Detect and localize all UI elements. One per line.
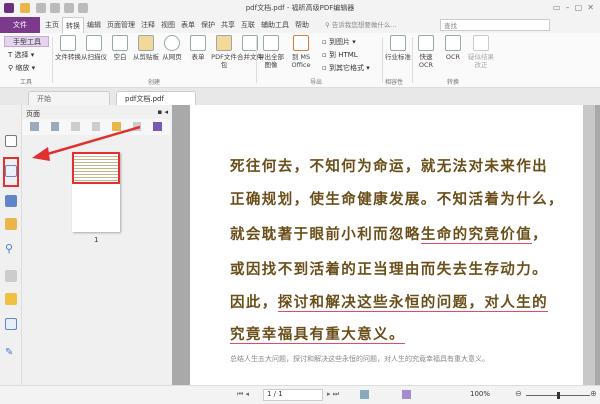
text-line-1: 死往何去，不知何为命运，就无法对未来作出	[230, 159, 548, 175]
blank-button[interactable]: 空白	[107, 35, 133, 61]
document-page: 死往何去，不知何为命运，就无法对未来作出 正确规划，使生命健康发展。不知活着为什…	[190, 105, 583, 385]
menu-form[interactable]: 表单	[178, 17, 198, 33]
standard-icon	[390, 35, 406, 51]
red-arrow-annotation	[32, 125, 141, 161]
thumbnail-page-number: 1	[94, 236, 99, 244]
select-label: 选择	[14, 51, 29, 59]
summary-text: 总结人生五大问题，探讨和解决这些永恒的问题，对人生的究竟幸福具有重大意义。	[230, 355, 489, 363]
navigation-bar: ⚲ ✎	[0, 105, 22, 385]
underlined-phrase: 生命的究竟价值	[420, 227, 533, 244]
from-clipboard-button[interactable]: 从剪贴板	[133, 35, 159, 61]
tell-me-box[interactable]: ⚲ 告诉我您想要做什么...	[325, 19, 440, 31]
tell-me-hint: 告诉我您想要做什么...	[331, 21, 397, 29]
ocr-quick-icon	[418, 35, 434, 51]
menu-protect[interactable]: 保护	[198, 17, 218, 33]
pdf-package-button[interactable]: PDF文件包	[211, 35, 237, 69]
globe-icon	[164, 35, 180, 51]
file-menu[interactable]: 文件	[0, 17, 40, 33]
signature-icon[interactable]	[5, 270, 17, 282]
folder-icon	[216, 35, 232, 51]
menu-help[interactable]: 帮助	[292, 17, 312, 33]
pages-icon[interactable]	[5, 165, 17, 177]
group-convert: 转换	[447, 79, 460, 86]
menu-page-manage[interactable]: 页面管理	[104, 17, 138, 33]
window-controls[interactable]: ▭ – ▢ ✕	[553, 3, 594, 12]
vertical-scrollbar[interactable]	[583, 105, 595, 385]
ocr-correct-button: 疑似结果改正	[468, 35, 494, 69]
page-number-input[interactable]: 1 / 1	[263, 389, 323, 401]
select-button[interactable]: T 选择 ▾	[8, 50, 34, 60]
menu-accessibility[interactable]: 辅助工具	[258, 17, 292, 33]
zoom-button[interactable]: ⚲ 缩放 ▾	[8, 63, 35, 73]
menu-comment[interactable]: 注释	[138, 17, 158, 33]
next-last-page-buttons[interactable]: ▸ ⏭	[327, 390, 339, 399]
ocr-correct-icon	[473, 35, 489, 51]
document-tabs: 开始 pdf文档.pdf	[0, 88, 600, 105]
single-page-icon[interactable]	[402, 390, 411, 399]
article-icon[interactable]	[5, 318, 17, 330]
lock-icon[interactable]	[5, 293, 17, 305]
hand-tool-button[interactable]: 手型工具	[4, 36, 49, 47]
underlined-phrase: 究竟幸福具有重大意义。	[230, 327, 405, 344]
text-line-6: 究竟幸福具有重大意义。	[230, 323, 405, 344]
menu-convert[interactable]: 转换	[62, 17, 84, 33]
group-tools: 工具	[20, 79, 33, 86]
clipboard-icon	[138, 35, 154, 51]
first-prev-page-buttons[interactable]: ⏮ ◂	[237, 390, 249, 399]
text-line-4: 或因找不到活着的正当理由而失去生存动力。	[230, 262, 548, 278]
ocr-button[interactable]: OCR	[440, 35, 466, 61]
menu-connect[interactable]: 互联	[238, 17, 258, 33]
convert-file-button[interactable]: 文件转换	[55, 35, 81, 61]
to-image-button[interactable]: ▫ 到图片 ▾	[322, 37, 356, 47]
export-images-button[interactable]: 导出全部图像	[258, 35, 284, 69]
pages-panel: 页面 ▪ ◂ 1	[22, 105, 172, 385]
ocr-icon	[445, 35, 461, 51]
status-bar: ⏮ ◂ 1 / 1 ▸ ⏭ 100% ⊖ ⊕	[0, 385, 600, 404]
to-office-button[interactable]: 到 MS Office	[288, 35, 314, 69]
scanner-icon	[86, 35, 102, 51]
zoom-level[interactable]: 100%	[470, 390, 490, 398]
office-icon	[293, 35, 309, 51]
layers-icon[interactable]	[5, 195, 17, 207]
form-button[interactable]: 表单	[185, 35, 211, 61]
title-bar: pdf文档.pdf - 福昕高级PDF编辑器 ▭ – ▢ ✕	[0, 0, 600, 17]
group-export: 导出	[310, 79, 323, 86]
find-input[interactable]: 查找	[440, 19, 550, 31]
menu-edit[interactable]: 编辑	[84, 17, 104, 33]
zoom-in-icon[interactable]: ⊕	[590, 389, 597, 398]
group-compat: 相容性	[385, 79, 404, 86]
group-create: 创建	[148, 79, 161, 86]
quick-ocr-button[interactable]: 快速OCR	[413, 35, 439, 69]
file-convert-icon	[60, 35, 76, 51]
zoom-slider-thumb[interactable]	[557, 392, 560, 399]
destination-icon[interactable]: ✎	[5, 347, 17, 359]
view-mode-icon[interactable]	[360, 390, 369, 399]
menu-tabs: 主页 转换 编辑 页面管理 注释 视图 表单 保护 共享 互联 辅助工具 帮助	[42, 17, 312, 33]
to-html-button[interactable]: ▫ 到 HTML	[322, 50, 358, 60]
blank-page-icon	[112, 35, 128, 51]
industry-standard-button[interactable]: 行业标准	[385, 35, 411, 61]
from-scanner-button[interactable]: 从扫描仪	[81, 35, 107, 61]
window-title: pdf文档.pdf - 福昕高级PDF编辑器	[245, 4, 355, 12]
tab-pdf-document[interactable]: pdf文档.pdf	[116, 91, 196, 105]
export-image-icon	[263, 35, 279, 51]
from-web-button[interactable]: 从网页	[159, 35, 185, 61]
to-other-button[interactable]: ▫ 到其它格式 ▾	[322, 63, 370, 73]
text-line-5: 因此，探讨和解决这些永恒的问题，对人生的	[230, 295, 549, 312]
zoom-label: 缩放	[15, 64, 30, 72]
text-line-3: 就会耽著于眼前小利而忽略生命的究竟价值，	[230, 227, 549, 244]
text-line-2: 正确规划，使生命健康发展。不知活着为什么，	[230, 192, 564, 208]
menu-view[interactable]: 视图	[158, 17, 178, 33]
comments-icon[interactable]	[5, 218, 17, 230]
menu-share[interactable]: 共享	[218, 17, 238, 33]
tab-start[interactable]: 开始	[28, 91, 110, 105]
menu-home[interactable]: 主页	[42, 17, 62, 33]
form-icon	[190, 35, 206, 51]
underlined-phrase: 探讨和解决这些永恒的问题，对人生的	[277, 295, 549, 312]
ribbon: 手型工具 T 选择 ▾ ⚲ 缩放 ▾ 工具 文件转换 从扫描仪 空白 从剪贴板 …	[0, 33, 600, 88]
page-thumb-icon[interactable]	[5, 135, 17, 147]
zoom-out-icon[interactable]: ⊖	[515, 389, 522, 398]
attachment-icon[interactable]: ⚲	[5, 243, 17, 255]
